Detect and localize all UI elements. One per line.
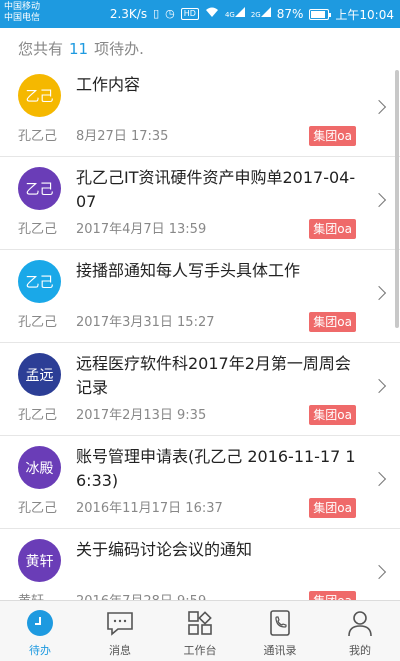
item-time: 2016年7月28日 9:59 (76, 590, 206, 600)
item-time: 2017年2月13日 9:35 (76, 408, 207, 423)
source-tag: 集团oa (309, 219, 356, 239)
item-title: 关于编码讨论会议的通知 (76, 540, 253, 559)
list-item[interactable]: 乙己 孔乙己IT资讯硬件资产申购单2017-04-07 孔乙己 2017年4月7… (0, 157, 400, 250)
source-tag: 集团oa (309, 498, 356, 518)
todo-list[interactable]: 乙己 工作内容 孔乙己 8月27日 17:35 集团oa 乙己 孔乙己IT资讯硬… (0, 64, 400, 600)
item-time: 2017年3月31日 15:27 (76, 315, 215, 330)
battery-percent: 87% (276, 7, 304, 21)
battery-fill (311, 10, 326, 18)
chevron-right-icon (371, 564, 387, 580)
avatar: 乙己 (18, 260, 61, 303)
chevron-right-icon (371, 285, 387, 301)
summary-prefix: 您共有 (18, 40, 64, 58)
contacts-icon (266, 609, 294, 637)
item-title: 孔乙己IT资讯硬件资产申购单2017-04-07 (76, 168, 356, 211)
item-title: 工作内容 (76, 75, 141, 94)
chevron-right-icon (371, 471, 387, 487)
list-item[interactable]: 黄轩 关于编码讨论会议的通知 黄轩 2016年7月28日 9:59 集团oa (0, 529, 400, 600)
list-item[interactable]: 乙己 工作内容 孔乙己 8月27日 17:35 集团oa (0, 64, 400, 157)
item-title: 接播部通知每人写手头具体工作 (76, 261, 301, 280)
avatar: 黄轩 (18, 539, 61, 582)
tab-mine[interactable]: 我的 (320, 601, 400, 661)
tab-todo-label: 待办 (29, 644, 51, 657)
avatar: 乙己 (18, 167, 61, 210)
list-item[interactable]: 乙己 接播部通知每人写手头具体工作 孔乙己 2017年3月31日 15:27 集… (0, 250, 400, 343)
tab-workbench[interactable]: 工作台 (160, 601, 240, 661)
signal-2g-icon: 2G (250, 6, 271, 22)
carrier-1: 中国移动 (4, 2, 41, 12)
source-tag: 集团oa (309, 591, 356, 600)
item-sender: 孔乙己 (18, 315, 58, 330)
item-time: 2016年11月17日 16:37 (76, 501, 223, 516)
carrier-2: 中国电信 (4, 13, 41, 23)
wifi-icon (205, 7, 219, 22)
signal-4g-icon: 4G (224, 6, 245, 22)
tab-todo[interactable]: 待办 (0, 601, 80, 661)
signal-4g-label: 4G (224, 10, 235, 19)
chevron-right-icon (371, 192, 387, 208)
bottom-nav: 待办 消息 工作台 通讯录 我的 (0, 600, 400, 661)
carrier-info: 中国移动 中国电信 (4, 2, 40, 24)
clock: 上午10:04 (335, 7, 394, 22)
item-sender: 孔乙己 (18, 408, 58, 423)
status-bar: 中国移动 中国电信 2.3K/s ▯ ◷ HD 4G 2G 87% 上午10:0… (0, 0, 400, 28)
tab-messages[interactable]: 消息 (80, 601, 160, 661)
tab-workbench-label: 工作台 (183, 644, 217, 657)
list-item[interactable]: 冰殿 账号管理申请表(孔乙己 2016-11-17 16:33) 孔乙己 201… (0, 436, 400, 529)
network-speed: 2.3K/s (109, 7, 148, 21)
item-sender: 孔乙己 (18, 501, 58, 516)
tab-messages-label: 消息 (109, 644, 131, 657)
source-tag: 集团oa (309, 405, 356, 425)
avatar: 乙己 (18, 74, 61, 117)
avatar: 孟远 (18, 353, 61, 396)
signal-2g-label: 2G (250, 10, 261, 19)
source-tag: 集团oa (309, 126, 356, 146)
list-scrollbar[interactable] (395, 70, 399, 328)
hd-badge: HD (180, 8, 199, 20)
alarm-icon: ◷ (165, 7, 175, 20)
source-tag: 集团oa (309, 312, 356, 332)
battery-icon (309, 8, 332, 20)
avatar: 冰殿 (18, 446, 61, 489)
item-time: 8月27日 17:35 (76, 129, 169, 144)
summary-suffix: 项待办. (94, 40, 144, 58)
person-icon (346, 609, 374, 637)
item-sender: 黄轩 (18, 590, 44, 600)
list-item[interactable]: 孟远 远程医疗软件科2017年2月第一周周会记录 孔乙己 2017年2月13日 … (0, 343, 400, 436)
item-title: 账号管理申请表(孔乙己 2016-11-17 16:33) (76, 447, 356, 490)
item-title: 远程医疗软件科2017年2月第一周周会记录 (76, 354, 351, 397)
todo-count: 11 (69, 40, 89, 58)
tab-mine-label: 我的 (349, 644, 371, 657)
tab-contacts[interactable]: 通讯录 (240, 601, 320, 661)
item-sender: 孔乙己 (18, 129, 58, 144)
chevron-right-icon (371, 378, 387, 394)
item-time: 2017年4月7日 13:59 (76, 222, 207, 237)
vibrate-icon: ▯ (153, 7, 160, 20)
grid-icon (186, 609, 214, 637)
todo-icon (26, 609, 54, 637)
status-right: 2.3K/s ▯ ◷ HD 4G 2G 87% 上午10:04 (110, 6, 394, 22)
tab-contacts-label: 通讯录 (263, 644, 297, 657)
chevron-right-icon (371, 99, 387, 115)
todo-summary: 您共有 11 项待办. (0, 28, 400, 64)
item-sender: 孔乙己 (18, 222, 58, 237)
message-icon (106, 609, 134, 637)
